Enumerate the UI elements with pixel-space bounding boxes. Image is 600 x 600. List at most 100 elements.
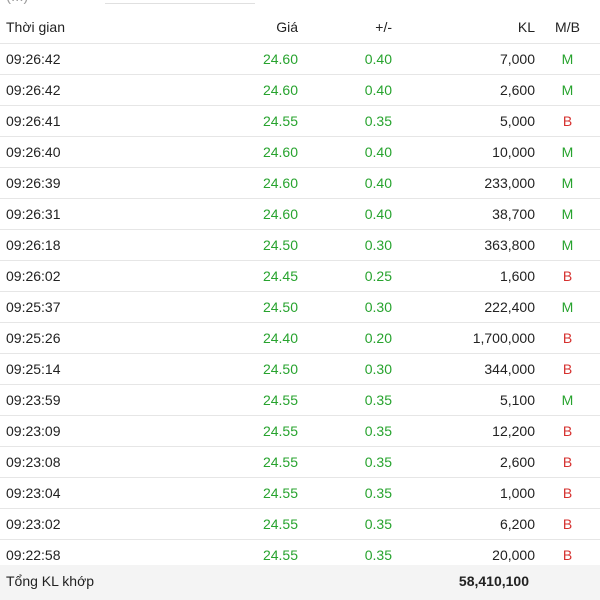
side-cell: M: [535, 136, 600, 168]
volume-cell: 12,200: [392, 415, 535, 447]
change-cell: 0.40: [298, 43, 392, 75]
side-cell: B: [535, 446, 600, 478]
volume-cell: 1,600: [392, 260, 535, 292]
volume-cell: 233,000: [392, 167, 535, 199]
price-cell: 24.60: [116, 167, 298, 199]
column-header-time[interactable]: Thời gian: [0, 11, 116, 44]
change-cell: 0.35: [298, 477, 392, 509]
price-cell: 24.55: [116, 477, 298, 509]
change-cell: 0.25: [298, 260, 392, 292]
price-cell: 24.50: [116, 353, 298, 385]
time-cell: 09:25:37: [0, 291, 116, 323]
change-cell: 0.35: [298, 446, 392, 478]
price-cell: 24.55: [116, 105, 298, 137]
divider: [105, 3, 255, 4]
table-row[interactable]: 09:26:39 24.60 0.40 233,000 M: [0, 167, 600, 199]
volume-cell: 10,000: [392, 136, 535, 168]
price-cell: 24.60: [116, 136, 298, 168]
table-row[interactable]: 09:26:42 24.60 0.40 2,600 M: [0, 74, 600, 106]
table-row[interactable]: 09:23:02 24.55 0.35 6,200 B: [0, 508, 600, 540]
header-row: Thời gian Giá +/- KL M/B: [0, 11, 600, 44]
column-header-change[interactable]: +/-: [298, 11, 392, 44]
table-body: 09:26:42 24.60 0.40 7,000 M 09:26:42 24.60 0.40…: [0, 43, 600, 571]
table-row[interactable]: 09:26:31 24.60 0.40 38,700 M: [0, 198, 600, 230]
side-cell: B: [535, 105, 600, 137]
column-header-side[interactable]: M/B: [535, 11, 600, 44]
price-cell: 24.55: [116, 508, 298, 540]
time-cell: 09:26:39: [0, 167, 116, 199]
trade-history-table-wrap: Thời gian Giá +/- KL M/B 09:26:42 24.60 0.…: [0, 11, 600, 571]
volume-cell: 5,000: [392, 105, 535, 137]
side-cell: M: [535, 291, 600, 323]
time-cell: 09:25:14: [0, 353, 116, 385]
side-cell: M: [535, 229, 600, 261]
change-cell: 0.35: [298, 508, 392, 540]
volume-cell: 38,700: [392, 198, 535, 230]
side-cell: M: [535, 384, 600, 416]
volume-cell: 2,600: [392, 74, 535, 106]
price-cell: 24.55: [116, 384, 298, 416]
price-cell: 24.50: [116, 229, 298, 261]
total-volume-label: Tổng KL khớp: [6, 573, 95, 589]
change-cell: 0.35: [298, 384, 392, 416]
volume-cell: 363,800: [392, 229, 535, 261]
time-cell: 09:26:42: [0, 74, 116, 106]
side-cell: B: [535, 415, 600, 447]
price-cell: 24.60: [116, 74, 298, 106]
column-header-price[interactable]: Giá: [116, 11, 298, 44]
table-row[interactable]: 09:26:42 24.60 0.40 7,000 M: [0, 43, 600, 75]
time-cell: 09:26:42: [0, 43, 116, 75]
volume-cell: 5,100: [392, 384, 535, 416]
side-cell: M: [535, 198, 600, 230]
change-cell: 0.30: [298, 353, 392, 385]
table-row[interactable]: 09:26:02 24.45 0.25 1,600 B: [0, 260, 600, 292]
total-volume-footer: Tổng KL khớp 58,410,100: [0, 565, 600, 600]
table-row[interactable]: 09:23:04 24.55 0.35 1,000 B: [0, 477, 600, 509]
table-row[interactable]: 09:25:14 24.50 0.30 344,000 B: [0, 353, 600, 385]
price-cell: 24.55: [116, 415, 298, 447]
time-cell: 09:26:02: [0, 260, 116, 292]
time-cell: 09:26:18: [0, 229, 116, 261]
time-cell: 09:23:09: [0, 415, 116, 447]
table-row[interactable]: 09:25:26 24.40 0.20 1,700,000 B: [0, 322, 600, 354]
table-row[interactable]: 09:26:18 24.50 0.30 363,800 M: [0, 229, 600, 261]
side-cell: B: [535, 508, 600, 540]
price-cell: 24.55: [116, 446, 298, 478]
time-cell: 09:23:59: [0, 384, 116, 416]
table-row[interactable]: 09:26:41 24.55 0.35 5,000 B: [0, 105, 600, 137]
time-cell: 09:23:04: [0, 477, 116, 509]
side-cell: B: [535, 477, 600, 509]
volume-cell: 7,000: [392, 43, 535, 75]
change-cell: 0.40: [298, 74, 392, 106]
time-cell: 09:26:41: [0, 105, 116, 137]
total-volume-value: 58,410,100: [458, 573, 529, 589]
time-cell: 09:26:31: [0, 198, 116, 230]
volume-cell: 1,000: [392, 477, 535, 509]
side-cell: B: [535, 322, 600, 354]
top-cut-strip: (...): [0, 0, 600, 11]
table-header: Thời gian Giá +/- KL M/B: [0, 11, 600, 44]
table-row[interactable]: 09:23:09 24.55 0.35 12,200 B: [0, 415, 600, 447]
table-row[interactable]: 09:23:59 24.55 0.35 5,100 M: [0, 384, 600, 416]
table-row[interactable]: 09:23:08 24.55 0.35 2,600 B: [0, 446, 600, 478]
change-cell: 0.40: [298, 198, 392, 230]
time-cell: 09:23:02: [0, 508, 116, 540]
change-cell: 0.35: [298, 105, 392, 137]
time-cell: 09:25:26: [0, 322, 116, 354]
side-cell: M: [535, 167, 600, 199]
table-row[interactable]: 09:25:37 24.50 0.30 222,400 M: [0, 291, 600, 323]
volume-cell: 2,600: [392, 446, 535, 478]
side-cell: M: [535, 74, 600, 106]
price-cell: 24.60: [116, 198, 298, 230]
time-cell: 09:26:40: [0, 136, 116, 168]
table-row[interactable]: 09:26:40 24.60 0.40 10,000 M: [0, 136, 600, 168]
price-cell: 24.60: [116, 43, 298, 75]
volume-cell: 344,000: [392, 353, 535, 385]
price-cell: 24.50: [116, 291, 298, 323]
time-cell: 09:23:08: [0, 446, 116, 478]
column-header-volume[interactable]: KL: [392, 11, 535, 44]
side-cell: M: [535, 43, 600, 75]
side-cell: B: [535, 353, 600, 385]
price-cell: 24.45: [116, 260, 298, 292]
trade-history-table: Thời gian Giá +/- KL M/B 09:26:42 24.60 0.…: [0, 11, 600, 571]
